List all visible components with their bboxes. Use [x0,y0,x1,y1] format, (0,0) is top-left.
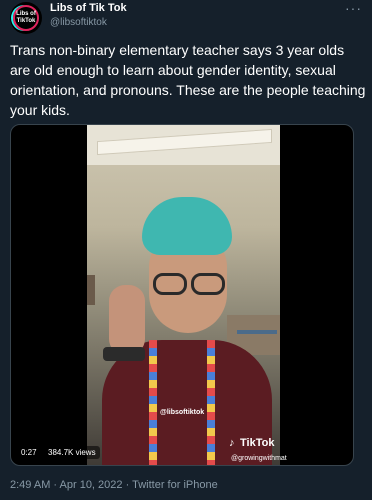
tiktok-username: @growingwithmat [231,455,287,462]
avatar[interactable]: Libs of TikTok [10,2,42,34]
tiktok-note-icon: ♪ [229,437,235,449]
video-lanyard-right [207,340,215,465]
video-lanyard-left [149,340,157,465]
video-duration: 0:27 [21,448,37,457]
video-person-hand [109,285,145,355]
video-shelf-books [237,330,277,334]
author-display-name[interactable]: Libs of Tik Tok [50,2,127,14]
video-watermark-handle: @libsoftiktok [160,409,205,416]
tweet-header: Libs of TikTok Libs of Tik Tok @libsofti… [0,0,372,36]
tiktok-brand: TikTok [240,437,275,449]
video-watch [103,347,145,361]
more-horizontal-icon[interactable]: ··· [345,0,362,16]
video-wall-item [87,275,95,305]
video-person-hair [142,197,232,255]
tweet-text: Trans non-binary elementary teacher says… [10,42,366,118]
video-view-count: 384.7K views [44,446,100,459]
avatar-label: Libs of TikTok [16,11,36,24]
author-handle[interactable]: @libsoftiktok [50,17,107,28]
video-glasses [149,273,229,295]
tweet-timestamp[interactable]: 2:49 AM · Apr 10, 2022 · Twitter for iPh… [10,479,218,491]
